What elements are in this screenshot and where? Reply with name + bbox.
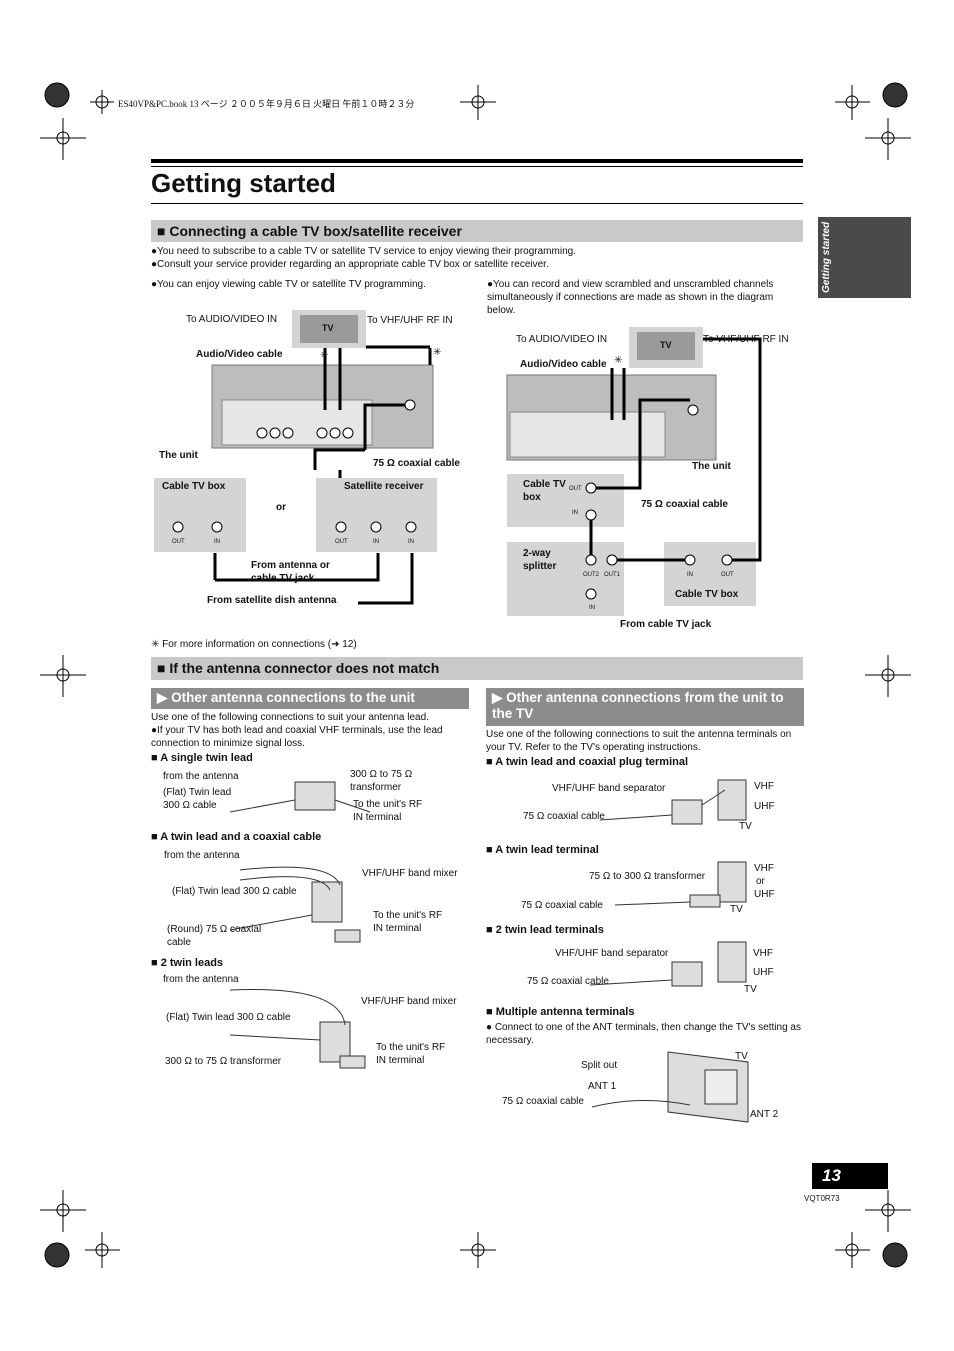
label: To VHF/UHF RF IN [367, 315, 453, 326]
label: VHF/UHF band separator [552, 783, 666, 794]
label: VHF/UHF band mixer [361, 996, 457, 1007]
label: To the unit's RF IN terminal [373, 910, 443, 934]
item-title: ■ 2 twin lead terminals [486, 924, 604, 936]
label: Audio/Video cable [196, 349, 283, 360]
label: TV [744, 984, 757, 995]
label: 75 Ω coaxial cable [373, 458, 460, 469]
label: ✳ [433, 347, 442, 358]
page-title: Getting started [151, 168, 336, 198]
label: TV [730, 904, 743, 915]
label: Split out [581, 1060, 618, 1071]
label: 2-way splitter [523, 548, 557, 572]
label: OUT1 [604, 572, 621, 578]
label: IN [214, 539, 220, 545]
label: IN [687, 572, 693, 578]
label: (Round) 75 Ω coaxial cable [167, 924, 262, 948]
label: Satellite receiver [344, 481, 424, 492]
subheading-to-unit: ▶ Other antenna connections to the unit [151, 688, 469, 709]
bullet: ●If your TV has both lead and coaxial VH… [151, 725, 443, 749]
label: or [756, 876, 765, 887]
item-title: ■ A twin lead and a coaxial cable [151, 831, 322, 843]
side-tab: Getting started [818, 217, 911, 298]
label: To AUDIO/VIDEO IN [186, 314, 278, 325]
label: 75 Ω coaxial cable [527, 976, 609, 987]
label: (Flat) Twin lead 300 Ω cable [166, 1012, 291, 1023]
label: OUT [335, 539, 348, 545]
label: or [276, 502, 286, 513]
label: IN [408, 539, 414, 545]
label: 300 Ω to 75 Ω transformer [165, 1056, 282, 1067]
label: 75 Ω to 300 Ω transformer [589, 871, 706, 882]
label: To the unit's RF IN terminal [376, 1042, 446, 1066]
label: To AUDIO/VIDEO IN [516, 334, 608, 345]
item-title: ■ A twin lead terminal [486, 844, 599, 856]
label: Cable TV box [523, 479, 566, 503]
label: ✳ [320, 350, 329, 361]
label: VHF/UHF band mixer [362, 868, 458, 879]
label: UHF [754, 801, 775, 812]
item-title: ■ A single twin lead [151, 752, 253, 764]
label: (Flat) Twin lead 300 Ω cable [163, 787, 232, 811]
label: VHF [754, 781, 774, 792]
intro: Use one of the following connections to … [486, 729, 792, 753]
page-number-box: 13 [812, 1163, 888, 1189]
label: VHF/UHF band separator [555, 948, 669, 959]
label: 75 Ω coaxial cable [641, 499, 728, 510]
label: Cable TV box [162, 481, 226, 492]
intro: Use one of the following connections to … [151, 712, 429, 723]
label: TV [322, 323, 334, 333]
label: TV [660, 340, 672, 350]
label: TV [735, 1051, 748, 1062]
note: ●You can enjoy viewing cable TV or satel… [151, 279, 426, 290]
note: ●You can record and view scrambled and u… [487, 279, 774, 316]
bullet: ●Consult your service provider regarding… [151, 259, 549, 270]
label: UHF [754, 889, 775, 900]
label: IN [373, 539, 379, 545]
section-heading-cable: ■ Connecting a cable TV box/satellite re… [151, 220, 803, 242]
print-header: ES40VP&PC.book 13 ページ ２００５年９月６日 火曜日 午前１０… [118, 99, 415, 109]
label: VHF [753, 948, 773, 959]
label: (Flat) Twin lead 300 Ω cable [172, 886, 297, 897]
label: 300 Ω to 75 Ω transformer [350, 769, 413, 793]
label: OUT2 [583, 572, 600, 578]
label: Audio/Video cable [520, 359, 607, 370]
doc-code: VQT0R73 [804, 1194, 840, 1203]
label: From antenna or cable TV jack [251, 560, 330, 584]
label: VHF [754, 863, 774, 874]
label: OUT [721, 572, 734, 578]
side-tab-label: Getting started [821, 221, 832, 293]
item-title: ■ A twin lead and coaxial plug terminal [486, 756, 689, 768]
label: from the antenna [164, 850, 240, 861]
label: ANT 2 [750, 1109, 779, 1120]
subheading-to-tv: ▶ Other antenna connections from the uni… [486, 688, 804, 726]
label: IN [572, 510, 578, 516]
label: Cable TV box [675, 589, 739, 600]
label: from the antenna [163, 974, 239, 985]
label: ✳ [614, 355, 623, 366]
label: UHF [753, 967, 774, 978]
bullet: ● Connect to one of the ANT terminals, t… [486, 1022, 801, 1046]
label: 75 Ω coaxial cable [502, 1096, 584, 1107]
label: OUT [172, 539, 185, 545]
label: OUT [569, 486, 582, 492]
label: From satellite dish antenna [207, 595, 337, 606]
footnote: ✳ For more information on connections (➜… [151, 639, 357, 650]
label: To the unit's RF IN terminal [353, 799, 423, 823]
bullet: ●You need to subscribe to a cable TV or … [151, 246, 576, 257]
section-heading-antenna: ■ If the antenna connector does not matc… [151, 657, 803, 680]
item-title: ■ Multiple antenna terminals [486, 1006, 635, 1018]
label: 75 Ω coaxial cable [521, 900, 603, 911]
label: From cable TV jack [620, 619, 712, 630]
label: The unit [692, 461, 731, 472]
label: 75 Ω coaxial cable [523, 811, 605, 822]
label: from the antenna [163, 771, 239, 782]
label: IN [589, 605, 595, 611]
label: TV [739, 821, 752, 832]
label: ANT 1 [588, 1081, 617, 1092]
label: The unit [159, 450, 198, 461]
label: To VHF/UHF RF IN [703, 334, 789, 345]
item-title: ■ 2 twin leads [151, 957, 224, 969]
page-number: 13 [822, 1166, 841, 1185]
